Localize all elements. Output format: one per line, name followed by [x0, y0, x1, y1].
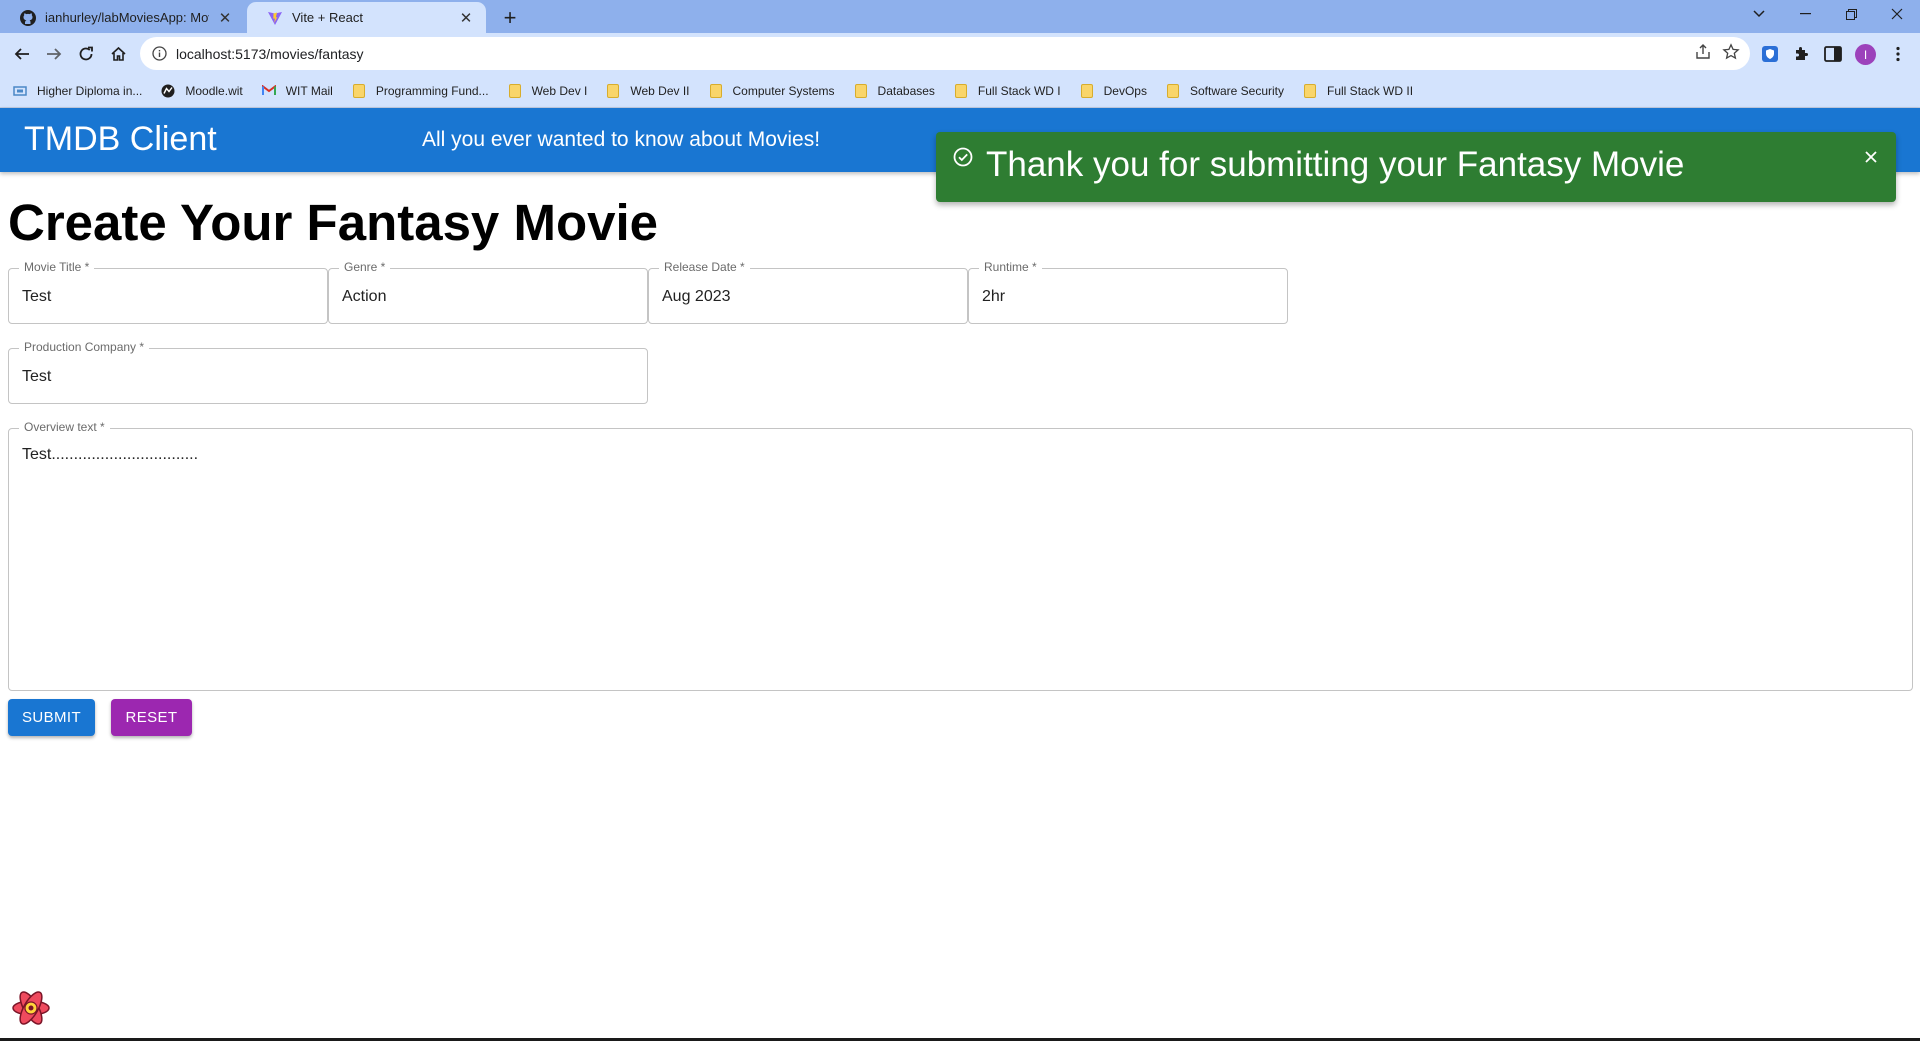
field-label: Movie Title *	[19, 260, 95, 274]
new-tab-button[interactable]: +	[497, 5, 523, 31]
reload-icon[interactable]	[72, 40, 100, 68]
field-label: Genre *	[339, 260, 391, 274]
vite-icon	[267, 10, 283, 26]
toast-message: Thank you for submitting your Fantasy Mo…	[986, 145, 1685, 184]
tab-close-icon[interactable]: ✕	[456, 8, 476, 28]
gmail-icon	[261, 84, 276, 98]
bookmark-moodle[interactable]: Moodle.wit	[161, 84, 243, 98]
bookmark-databases[interactable]: Databases	[854, 83, 935, 98]
side-panel-icon[interactable]	[1820, 41, 1846, 67]
back-arrow-icon[interactable]	[8, 40, 36, 68]
genre-field[interactable]: Genre * Action	[328, 260, 648, 324]
bookmark-wit-mail[interactable]: WIT Mail	[261, 84, 333, 98]
share-icon[interactable]	[1694, 43, 1712, 66]
folder-icon	[352, 83, 366, 98]
success-check-icon	[952, 146, 974, 168]
address-bar[interactable]: localhost:5173/movies/fantasy	[140, 37, 1750, 70]
bookmark-higher-diploma[interactable]: Higher Diploma in...	[13, 84, 142, 98]
tab-close-icon[interactable]: ✕	[215, 8, 235, 28]
tab-title: Vite + React	[292, 10, 363, 25]
close-window-button[interactable]	[1877, 2, 1917, 26]
profile-avatar[interactable]: I	[1855, 44, 1876, 65]
forward-arrow-icon[interactable]	[40, 40, 68, 68]
folder-icon	[508, 83, 522, 98]
close-icon[interactable]	[1860, 146, 1882, 168]
folder-icon	[954, 83, 968, 98]
folder-icon	[854, 83, 868, 98]
bookmark-web-dev-1[interactable]: Web Dev I	[508, 83, 587, 98]
app-title[interactable]: TMDB Client	[24, 120, 217, 159]
site-icon	[13, 84, 27, 98]
runtime-field[interactable]: Runtime * 2hr	[968, 260, 1288, 324]
production-company-field[interactable]: Production Company * Test	[8, 340, 648, 404]
folder-icon	[1166, 83, 1180, 98]
folder-icon	[606, 83, 620, 98]
field-value: Test	[22, 288, 52, 305]
tab-search-icon[interactable]	[1739, 2, 1779, 26]
submit-button[interactable]: SUBMIT	[8, 699, 95, 736]
tab-title: ianhurley/labMoviesApp: Movie	[45, 10, 209, 25]
tab-strip: ianhurley/labMoviesApp: Movie ✕ Vite + R…	[0, 0, 1920, 33]
field-label: Production Company *	[19, 340, 150, 354]
more-menu-icon[interactable]	[1885, 41, 1911, 67]
folder-icon	[1303, 83, 1317, 98]
moodle-icon	[161, 84, 175, 98]
reset-button[interactable]: RESET	[111, 699, 192, 736]
extension-shield-icon[interactable]	[1757, 41, 1783, 67]
minimize-button[interactable]	[1785, 2, 1825, 26]
overview-textarea[interactable]: Overview text * Test....................…	[8, 420, 1913, 691]
github-icon	[20, 9, 36, 26]
tab-github[interactable]: ianhurley/labMoviesApp: Movie ✕	[0, 2, 245, 33]
field-label: Overview text *	[19, 420, 110, 434]
folder-icon	[709, 83, 723, 98]
react-query-devtools-icon[interactable]	[10, 987, 52, 1029]
bookmarks-bar: Higher Diploma in... Moodle.wit WIT Mail…	[0, 74, 1920, 108]
restore-button[interactable]	[1831, 2, 1871, 26]
bookmark-computer-systems[interactable]: Computer Systems	[709, 83, 835, 98]
folder-icon	[1080, 83, 1094, 98]
field-label: Runtime *	[979, 260, 1042, 274]
extensions-puzzle-icon[interactable]	[1789, 41, 1815, 67]
url-text: localhost:5173/movies/fantasy	[176, 45, 364, 62]
field-value: Aug 2023	[662, 288, 731, 305]
field-value: Test	[22, 368, 52, 385]
bookmark-devops[interactable]: DevOps	[1080, 83, 1147, 98]
bookmark-full-stack-1[interactable]: Full Stack WD I	[954, 83, 1061, 98]
page-title: Create Your Fantasy Movie	[8, 194, 659, 251]
app-subtitle: All you ever wanted to know about Movies…	[422, 128, 821, 151]
field-label: Release Date *	[659, 260, 750, 274]
bookmark-star-icon[interactable]	[1722, 43, 1740, 66]
browser-toolbar: localhost:5173/movies/fantasy I	[0, 33, 1920, 74]
success-toast: Thank you for submitting your Fantasy Mo…	[936, 132, 1896, 202]
tab-vite-react[interactable]: Vite + React ✕	[247, 2, 486, 33]
site-info-icon[interactable]	[150, 45, 168, 63]
movie-title-field[interactable]: Movie Title * Test	[8, 260, 328, 324]
bookmark-full-stack-2[interactable]: Full Stack WD II	[1303, 83, 1413, 98]
field-value: Action	[342, 288, 387, 305]
home-icon[interactable]	[104, 40, 132, 68]
bookmark-programming-fund[interactable]: Programming Fund...	[352, 83, 489, 98]
bookmark-software-security[interactable]: Software Security	[1166, 83, 1284, 98]
field-value: 2hr	[982, 288, 1006, 305]
release-date-field[interactable]: Release Date * Aug 2023	[648, 260, 968, 324]
field-value: Test.................................	[22, 446, 199, 463]
bookmark-web-dev-2[interactable]: Web Dev II	[606, 83, 690, 98]
